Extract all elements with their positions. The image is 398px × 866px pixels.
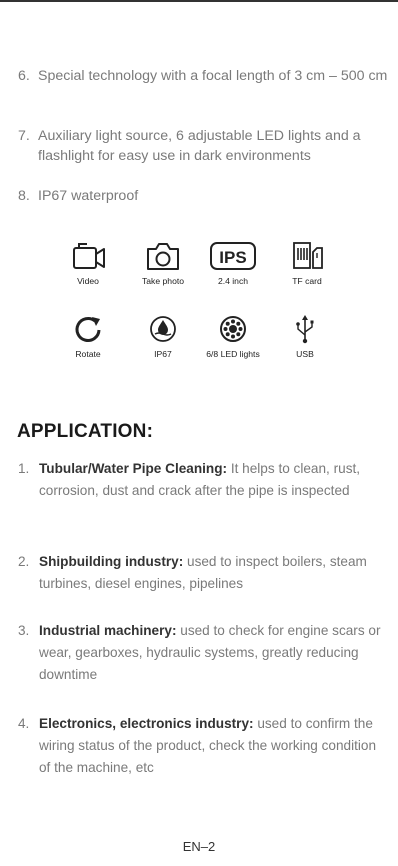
application-number: 4. <box>18 716 30 731</box>
application-number: 1. <box>18 461 30 476</box>
application-item-2: 2. Shipbuilding industry: used to inspec… <box>18 551 383 595</box>
rotate-icon <box>75 317 101 342</box>
feature-text: Auxiliary light source, 6 adjustable LED… <box>38 128 361 164</box>
application-keyword: Shipbuilding industry: <box>39 554 184 569</box>
feature-item-7: 7. Auxiliary light source, 6 adjustable … <box>18 126 390 166</box>
feature-number: 7. <box>18 128 30 144</box>
feature-text: IP67 waterproof <box>38 188 139 204</box>
application-number: 2. <box>18 554 30 569</box>
video-camera-icon <box>73 243 105 269</box>
application-heading: APPLICATION: <box>17 421 154 442</box>
page-number: EN–2 <box>182 839 216 854</box>
feature-number: 8. <box>18 188 30 204</box>
ips-screen-icon: IPS <box>210 242 256 270</box>
application-keyword: Electronics, electronics industry: <box>39 716 254 731</box>
led-lights-icon <box>220 316 246 342</box>
caption-usb: USB <box>296 349 314 359</box>
application-keyword: Industrial machinery: <box>39 623 177 638</box>
application-text: Tubular/Water Pipe Cleaning: It helps to… <box>39 458 383 502</box>
top-rule <box>0 0 398 2</box>
feature-number: 6. <box>18 68 30 84</box>
application-text: Shipbuilding industry: used to inspect b… <box>39 551 383 595</box>
ips-badge-text: IPS <box>219 248 246 267</box>
application-number: 3. <box>18 623 30 638</box>
feature-text: Special technology with a focal length o… <box>38 68 388 84</box>
application-text: Electronics, electronics industry: used … <box>39 713 383 779</box>
tf-card-icon <box>293 242 323 269</box>
camera-icon <box>147 243 179 270</box>
application-item-1: 1. Tubular/Water Pipe Cleaning: It helps… <box>18 458 383 502</box>
feature-item-8: 8. IP67 waterproof <box>18 186 390 206</box>
waterproof-icon <box>150 316 176 342</box>
application-keyword: Tubular/Water Pipe Cleaning: <box>39 461 228 476</box>
application-item-4: 4. Electronics, electronics industry: us… <box>18 713 383 779</box>
caption-tf: TF card <box>292 276 322 286</box>
usb-icon <box>296 315 314 344</box>
application-item-3: 3. Industrial machinery: used to check f… <box>18 620 383 686</box>
application-text: Industrial machinery: used to check for … <box>39 620 383 686</box>
spec-tf: TF card <box>262 240 352 286</box>
spec-usb: USB <box>260 313 350 359</box>
feature-item-6: 6. Special technology with a focal lengt… <box>18 66 390 86</box>
